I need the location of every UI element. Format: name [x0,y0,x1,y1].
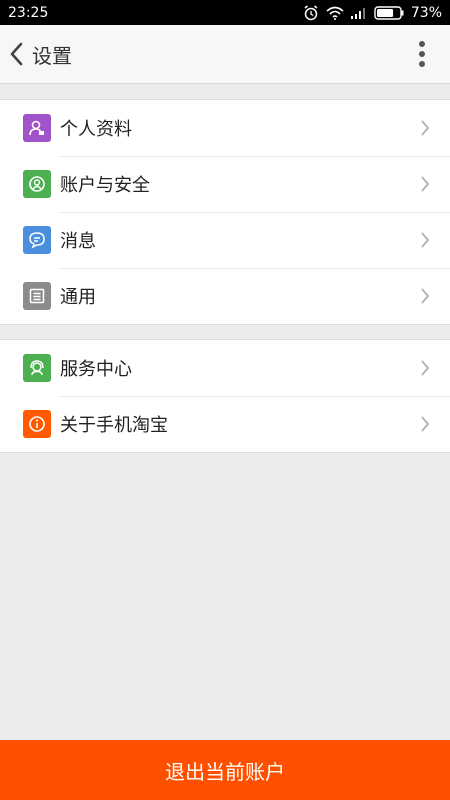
settings-item-about[interactable]: 关于手机淘宝 [0,396,450,452]
settings-item-profile[interactable]: 个人资料 [0,100,450,156]
battery-icon [374,5,404,20]
back-button[interactable] [2,25,32,84]
more-button[interactable] [412,39,432,69]
logout-button[interactable]: 退出当前账户 [0,740,450,800]
service-center-icon [23,354,51,382]
battery-percent: 73% [410,4,442,21]
settings-item-label: 关于手机淘宝 [60,415,168,436]
logout-label: 退出当前账户 [165,759,285,784]
settings-item-service-center[interactable]: 服务中心 [0,340,450,396]
general-icon [23,282,51,310]
settings-item-label: 账户与安全 [60,175,150,196]
status-icons: 73% [303,5,442,21]
page-title: 设置 [32,43,72,68]
wifi-icon [326,6,344,20]
chevron-left-icon [10,42,23,66]
settings-group-main: 个人资料 账户与安全 消息 通用 [0,99,450,325]
battery-indicator [374,5,404,20]
chevron-right-icon [421,288,430,304]
settings-item-general[interactable]: 通用 [0,268,450,324]
status-bar: 23:25 73% [0,0,450,25]
title-bar: 设置 [0,25,450,84]
chevron-right-icon [421,416,430,432]
chevron-right-icon [421,176,430,192]
settings-group-help: 服务中心 关于手机淘宝 [0,339,450,453]
account-security-icon [23,170,51,198]
settings-item-label: 消息 [60,231,96,252]
settings-item-label: 服务中心 [60,359,132,380]
chevron-right-icon [421,232,430,248]
status-time: 23:25 [8,4,49,21]
alarm-icon [304,4,318,20]
chevron-right-icon [421,360,430,376]
message-icon [23,226,51,254]
profile-icon [23,114,51,142]
settings-item-label: 通用 [60,287,96,308]
settings-item-label: 个人资料 [60,119,132,140]
more-vertical-icon [419,41,425,47]
chevron-right-icon [421,120,430,136]
settings-item-account-security[interactable]: 账户与安全 [0,156,450,212]
info-icon [23,410,51,438]
settings-item-messages[interactable]: 消息 [0,212,450,268]
signal-icon [350,7,365,19]
